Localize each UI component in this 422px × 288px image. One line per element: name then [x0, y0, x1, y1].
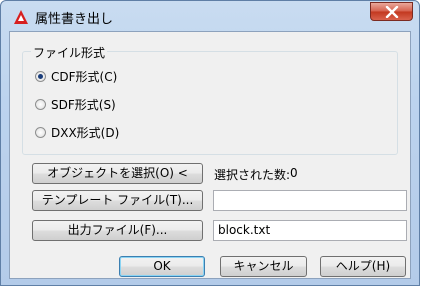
autocad-a-icon [14, 10, 28, 24]
radio-dxx[interactable]: DXX形式(D) [35, 124, 119, 140]
radio-dxx-button[interactable] [35, 126, 46, 138]
dialog-window: 属性書き出し ファイル形式 CDF形式(C) SDF形式(S) DXX形式(D)… [0, 0, 420, 286]
output-file-field[interactable]: block.txt [213, 220, 407, 241]
radio-sdf-button[interactable] [35, 98, 46, 110]
selected-count-value: 0 [290, 166, 298, 180]
dialog-client-area: ファイル形式 CDF形式(C) SDF形式(S) DXX形式(D) オブジェクト… [9, 31, 411, 279]
close-x-icon [385, 6, 399, 18]
select-objects-button[interactable]: オブジェクトを選択(O) < [32, 163, 203, 184]
file-format-group-label: ファイル形式 [31, 44, 108, 61]
radio-cdf-button[interactable] [35, 70, 46, 82]
window-title: 属性書き出し [35, 12, 114, 27]
radio-sdf-label: SDF形式(S) [51, 97, 116, 112]
radio-dxx-label: DXX形式(D) [51, 125, 120, 140]
output-file-button[interactable]: 出力ファイル(F)... [32, 220, 203, 241]
selected-count-label: 選択された数: [214, 168, 291, 182]
radio-cdf[interactable]: CDF形式(C) [35, 68, 117, 84]
radio-cdf-label: CDF形式(C) [51, 69, 118, 84]
cancel-button[interactable]: キャンセル [220, 256, 307, 277]
ok-button[interactable]: OK [119, 256, 205, 277]
template-file-field[interactable] [213, 190, 407, 211]
template-file-button[interactable]: テンプレート ファイル(T)... [32, 190, 203, 211]
title-bar[interactable]: 属性書き出し [1, 1, 419, 31]
radio-sdf[interactable]: SDF形式(S) [35, 96, 116, 112]
close-button[interactable] [370, 2, 413, 21]
help-button[interactable]: ヘルプ(H) [320, 256, 406, 277]
file-format-group: ファイル形式 CDF形式(C) SDF形式(S) DXX形式(D) [22, 44, 398, 155]
